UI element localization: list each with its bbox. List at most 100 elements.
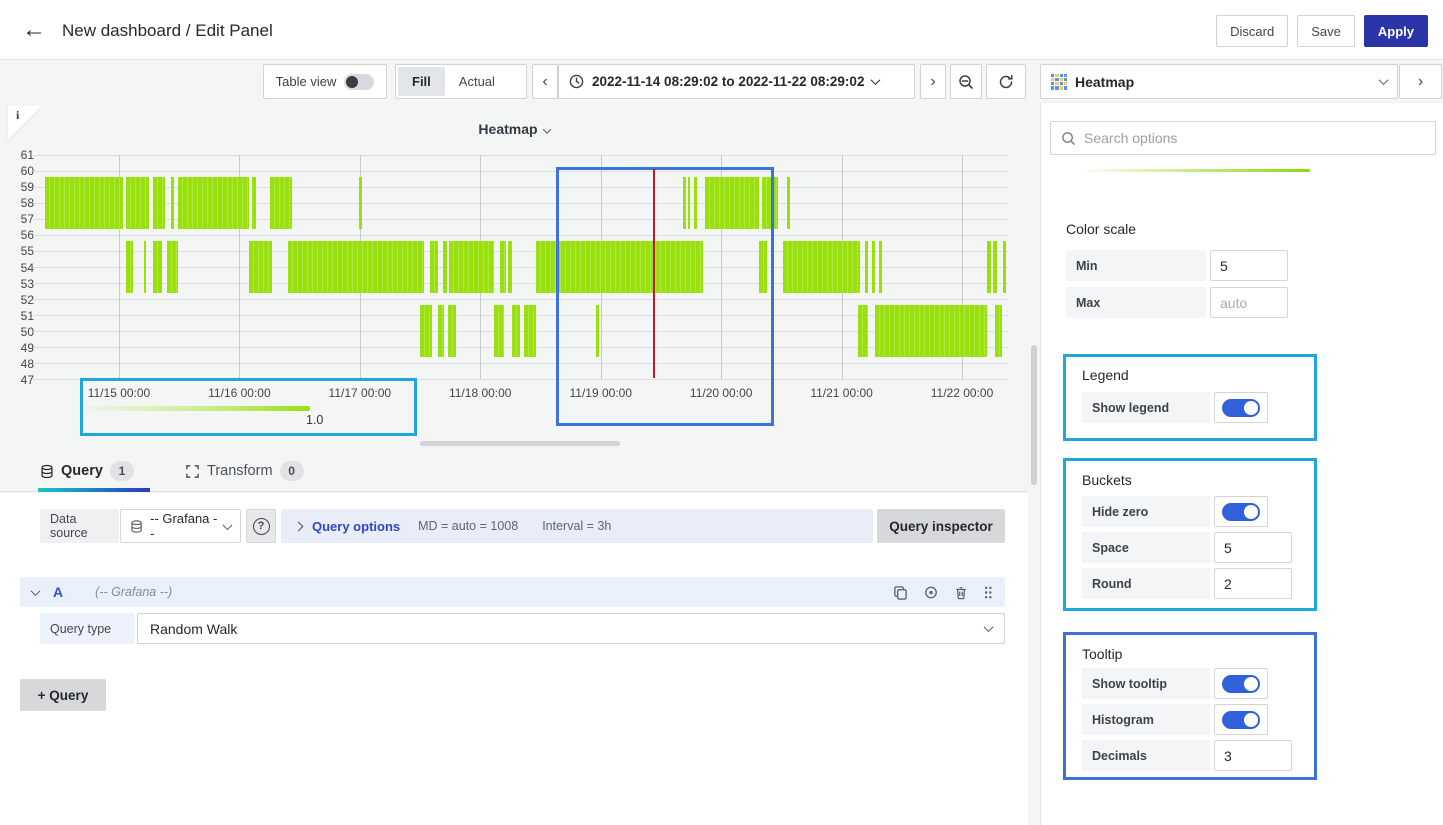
hide-query-eye-icon[interactable] <box>923 585 939 600</box>
annotation-red-line <box>653 169 655 378</box>
add-query-button[interactable]: + Query <box>20 679 106 711</box>
query-ref-id[interactable]: A <box>53 584 63 600</box>
round-input[interactable] <box>1214 568 1292 599</box>
h-gridline <box>33 171 1008 172</box>
color-scheme-gradient-preview <box>1086 169 1310 172</box>
show-legend-toggle[interactable] <box>1214 392 1268 423</box>
datasource-select[interactable]: -- Grafana -- <box>120 509 241 543</box>
heatmap-plot <box>40 155 1008 380</box>
chevron-down-icon <box>223 520 233 530</box>
heatmap-cell <box>167 241 179 292</box>
heatmap-cell <box>987 241 991 292</box>
tooltip-section-highlight: Tooltip Show tooltip Histogram Decimals <box>1063 632 1317 780</box>
active-tab-underline <box>38 488 150 492</box>
query-inspector-button[interactable]: Query inspector <box>877 509 1005 543</box>
heatmap-cell <box>494 305 504 356</box>
y-axis-label: 55 <box>21 244 34 258</box>
visualization-picker[interactable]: Heatmap <box>1040 64 1398 99</box>
interval-text: Interval = 3h <box>542 519 611 533</box>
round-label: Round <box>1082 568 1210 599</box>
query-options-link[interactable]: Query options <box>312 519 400 534</box>
vertical-scrollbar[interactable] <box>1031 345 1037 485</box>
delete-query-trash-icon[interactable] <box>954 585 968 600</box>
zoom-out-button[interactable] <box>950 64 982 99</box>
toggle-on <box>1222 503 1260 521</box>
tab-query[interactable]: Query 1 <box>40 461 134 481</box>
histogram-label: Histogram <box>1082 704 1210 735</box>
question-circle-icon: ? <box>253 518 270 535</box>
heatmap-cell <box>288 241 424 292</box>
color-scale-min-input[interactable] <box>1210 250 1288 281</box>
transform-icon <box>185 464 200 479</box>
query-type-value: Random Walk <box>150 621 237 637</box>
clock-icon <box>569 74 584 89</box>
hide-zero-label: Hide zero <box>1082 496 1210 527</box>
heatmap-cell <box>420 305 432 356</box>
header-bar: ← New dashboard / Edit Panel Discard Sav… <box>0 0 1443 60</box>
datasource-help-button[interactable]: ? <box>246 509 276 543</box>
selection-annotation-box <box>556 167 774 426</box>
legend-highlight-box <box>80 378 417 436</box>
fill-actual-segmented: Fill Actual <box>395 64 527 99</box>
chevron-down-icon <box>984 622 994 632</box>
min-label: Min <box>1066 250 1206 281</box>
chevron-down-icon <box>542 125 550 133</box>
show-legend-label: Show legend <box>1082 392 1210 423</box>
apply-button[interactable]: Apply <box>1364 15 1428 47</box>
save-button[interactable]: Save <box>1297 15 1355 47</box>
refresh-button[interactable] <box>986 64 1026 99</box>
query-count-badge: 1 <box>110 461 134 481</box>
actual-option[interactable]: Actual <box>445 67 509 96</box>
toggle-knob <box>346 76 358 88</box>
y-axis-label: 54 <box>21 261 34 275</box>
duplicate-query-icon[interactable] <box>893 585 908 600</box>
show-tooltip-toggle[interactable] <box>1214 668 1268 699</box>
editor-tabs: Query 1 Transform 0 <box>0 455 1028 492</box>
buckets-section-highlight: Buckets Hide zero Space Round <box>1063 458 1317 611</box>
heatmap-cell <box>524 305 536 356</box>
heatmap-cell <box>512 305 520 356</box>
heatmap-cell <box>875 305 986 356</box>
time-range-text: 2022-11-14 08:29:02 to 2022-11-22 08:29:… <box>592 74 864 89</box>
x-axis-label: 11/18 00:00 <box>449 386 512 400</box>
query-options-bar[interactable]: Query options MD = auto = 1008 Interval … <box>281 509 873 543</box>
space-input[interactable] <box>1214 532 1292 563</box>
options-search-input[interactable] <box>1084 130 1425 146</box>
collapse-chevron-icon[interactable] <box>31 586 41 596</box>
time-shift-back-button[interactable]: ‹ <box>532 64 558 99</box>
color-scale-max-input[interactable] <box>1210 287 1288 318</box>
heatmap-cell <box>508 241 513 292</box>
tab-transform[interactable]: Transform 0 <box>185 461 304 481</box>
heatmap-cell <box>178 177 249 228</box>
fill-option[interactable]: Fill <box>398 67 445 96</box>
horizontal-scrollbar[interactable] <box>420 441 620 446</box>
y-axis-label: 53 <box>21 277 34 291</box>
options-pane-toggle-button[interactable]: › <box>1399 64 1442 99</box>
space-label: Space <box>1082 532 1210 563</box>
table-view-toggle[interactable] <box>344 74 374 90</box>
histogram-toggle[interactable] <box>1214 704 1268 735</box>
panel-options-pane: Color scale Min Max Legend Show legend B… <box>1040 103 1443 825</box>
h-gridline <box>33 363 1008 364</box>
heatmap-cell <box>865 241 868 292</box>
h-gridline <box>33 267 1008 268</box>
panel-title-menu[interactable]: Heatmap <box>0 121 1028 137</box>
decimals-input[interactable] <box>1214 740 1292 771</box>
heatmap-cell <box>995 305 1002 356</box>
query-editor: Data source -- Grafana -- ? Query option… <box>0 493 1028 825</box>
time-range-picker[interactable]: 2022-11-14 08:29:02 to 2022-11-22 08:29:… <box>558 64 915 99</box>
refresh-icon <box>998 74 1014 90</box>
h-gridline <box>33 299 1008 300</box>
discard-button[interactable]: Discard <box>1216 15 1288 47</box>
time-shift-forward-button[interactable]: › <box>920 64 946 99</box>
drag-handle-icon[interactable] <box>983 585 993 600</box>
grafana-edit-panel: ← New dashboard / Edit Panel Discard Sav… <box>0 0 1443 825</box>
query-type-label: Query type <box>40 613 135 644</box>
database-icon <box>130 519 143 534</box>
back-arrow-icon[interactable]: ← <box>22 15 46 45</box>
query-type-select[interactable]: Random Walk <box>137 613 1005 644</box>
tab-transform-label: Transform <box>207 463 273 479</box>
transform-count-badge: 0 <box>280 461 304 481</box>
hide-zero-toggle[interactable] <box>1214 496 1268 527</box>
y-axis-labels: 616059585756555453525150494847 <box>6 155 34 380</box>
